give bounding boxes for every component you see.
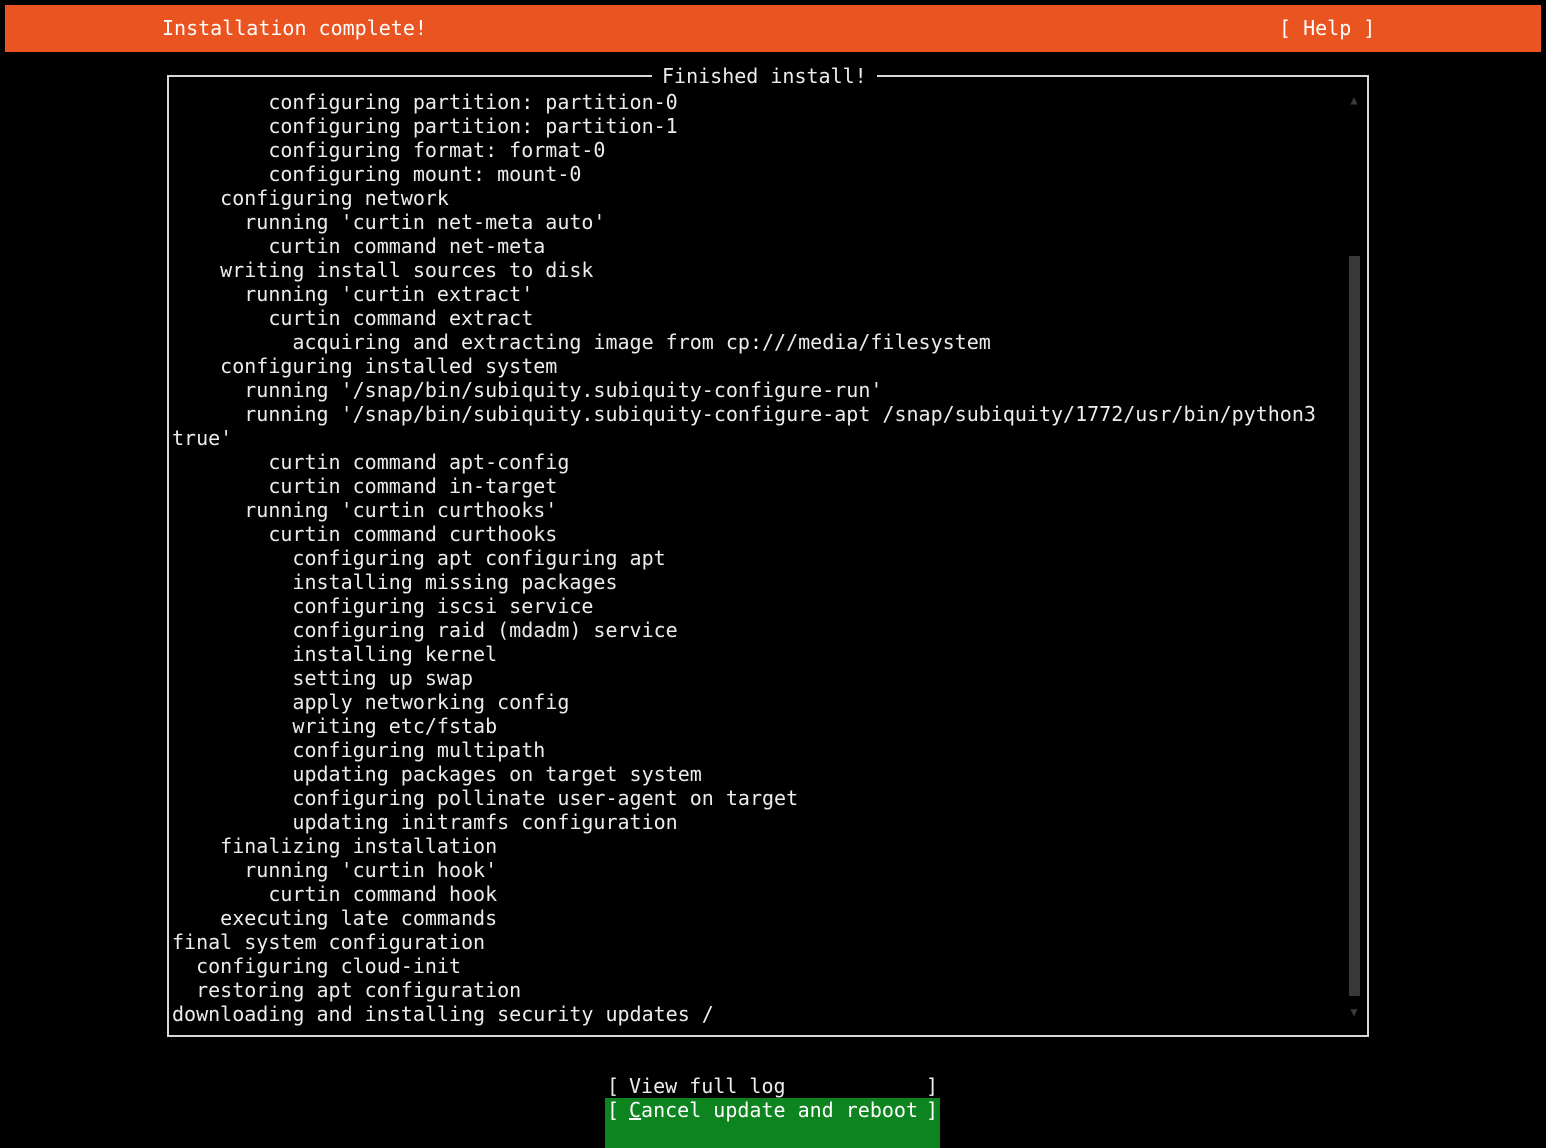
log-line: curtin command in-target xyxy=(172,474,558,498)
log-line: installing kernel xyxy=(172,642,498,666)
log-line: installing missing packages xyxy=(172,570,618,594)
log-line: configuring iscsi service xyxy=(172,594,594,618)
log-line: curtin command curthooks xyxy=(172,522,558,546)
log-line: setting up swap xyxy=(172,666,474,690)
log-line: running 'curtin extract' xyxy=(172,282,534,306)
button-right-bracket: ] xyxy=(925,1074,938,1098)
log-line: configuring pollinate user-agent on targ… xyxy=(172,786,799,810)
cancel-update-and-reboot-label: Cancel update and reboot xyxy=(629,1098,918,1122)
log-line: configuring cloud-init xyxy=(172,954,461,978)
log-line: configuring partition: partition-1 xyxy=(172,114,678,138)
log-line: finalizing installation xyxy=(172,834,498,858)
log-line: restoring apt configuration xyxy=(172,978,522,1002)
log-line: configuring partition: partition-0 xyxy=(172,90,678,114)
scrollbar-thumb[interactable] xyxy=(1349,256,1360,996)
help-button[interactable]: [ Help ] xyxy=(1279,16,1375,40)
button-left-bracket: [ xyxy=(607,1074,620,1098)
log-line: updating packages on target system xyxy=(172,762,702,786)
cancel-label-rest: ancel update and reboot xyxy=(641,1098,918,1122)
log-line: configuring format: format-0 xyxy=(172,138,606,162)
log-line: running 'curtin curthooks' xyxy=(172,498,558,522)
log-line: updating initramfs configuration xyxy=(172,810,678,834)
scroll-down-arrow-icon[interactable]: ▼ xyxy=(1346,1004,1362,1020)
log-line: configuring raid (mdadm) service xyxy=(172,618,678,642)
view-full-log-label: View full log xyxy=(629,1074,786,1098)
hotkey-letter: C xyxy=(629,1098,642,1122)
log-line: curtin command net-meta xyxy=(172,234,546,258)
log-line: curtin command apt-config xyxy=(172,450,570,474)
log-line: writing etc/fstab xyxy=(172,714,498,738)
cancel-update-and-reboot-button[interactable]: [ Cancel update and reboot ] xyxy=(605,1098,940,1148)
log-line: apply networking config xyxy=(172,690,570,714)
button-right-bracket: ] xyxy=(925,1098,938,1122)
log-line: configuring network xyxy=(172,186,449,210)
log-line: downloading and installing security upda… xyxy=(172,1002,714,1026)
log-line: final system configuration xyxy=(172,930,486,954)
log-line: configuring multipath xyxy=(172,738,546,762)
log-line: writing install sources to disk xyxy=(172,258,594,282)
button-left-bracket: [ xyxy=(607,1098,620,1122)
install-log: configuring partition: partition-0 confi… xyxy=(172,90,1342,1026)
header-bar: Installation complete! [ Help ] xyxy=(5,5,1541,52)
log-line: configuring installed system xyxy=(172,354,558,378)
scroll-up-arrow-icon[interactable]: ▲ xyxy=(1346,92,1362,108)
log-line: configuring apt configuring apt xyxy=(172,546,666,570)
log-line: executing late commands xyxy=(172,906,498,930)
log-line: curtin command extract xyxy=(172,306,534,330)
log-scrollbar[interactable]: ▲ ▼ xyxy=(1346,92,1362,1022)
log-line: acquiring and extracting image from cp:/… xyxy=(172,330,991,354)
log-line: true' xyxy=(172,426,233,450)
panel-title: Finished install! xyxy=(652,64,877,88)
page-title: Installation complete! xyxy=(162,16,427,40)
log-line: curtin command hook xyxy=(172,882,498,906)
log-line: running 'curtin net-meta auto' xyxy=(172,210,606,234)
log-line: running '/snap/bin/subiquity.subiquity-c… xyxy=(172,402,1316,426)
log-line: configuring mount: mount-0 xyxy=(172,162,582,186)
log-line: running 'curtin hook' xyxy=(172,858,498,882)
log-line: running '/snap/bin/subiquity.subiquity-c… xyxy=(172,378,883,402)
